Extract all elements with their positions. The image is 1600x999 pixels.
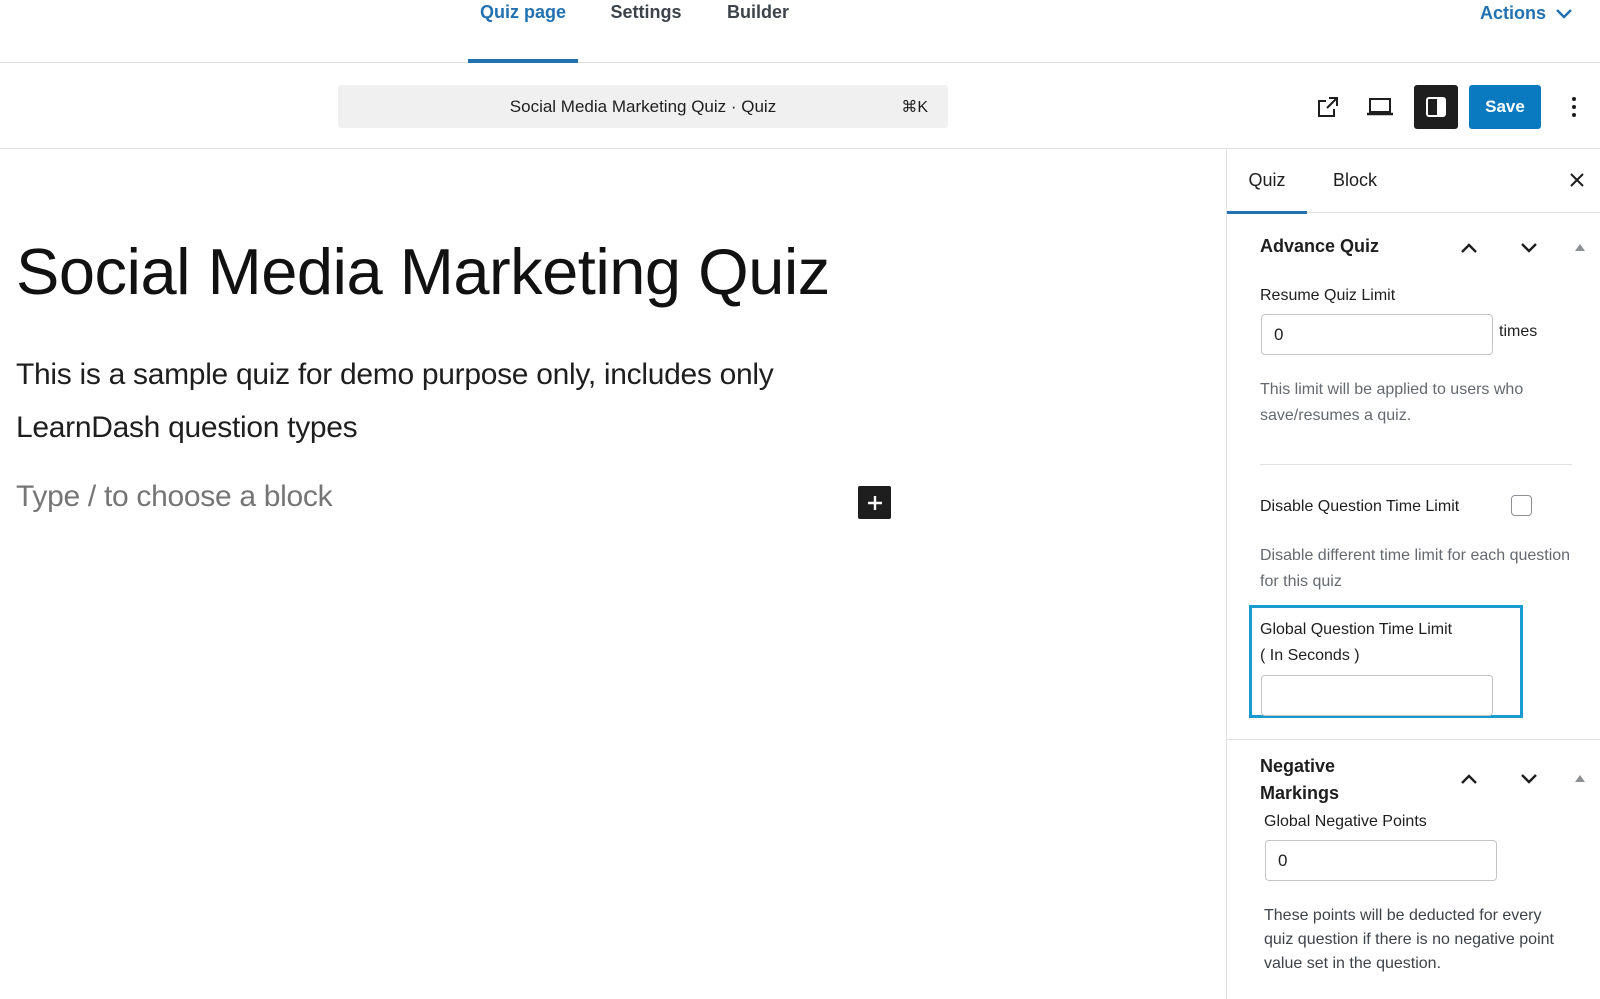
negative-markings-title-line1[interactable]: Negative bbox=[1260, 753, 1335, 780]
sidebar-toggle-icon[interactable] bbox=[1414, 85, 1458, 129]
negative-markings-title-line2[interactable]: Markings bbox=[1260, 780, 1339, 807]
external-link-icon[interactable] bbox=[1306, 85, 1350, 129]
global-time-limit-input[interactable] bbox=[1261, 675, 1493, 716]
command-palette-bar[interactable]: Social Media Marketing Quiz · Quiz ⌘K bbox=[338, 85, 948, 128]
collapse-caret-icon[interactable] bbox=[1575, 775, 1585, 782]
save-button[interactable]: Save bbox=[1469, 85, 1541, 129]
settings-sidebar: Quiz Block Advance Quiz Resume Quiz Limi… bbox=[1226, 150, 1600, 999]
global-negative-points-input[interactable] bbox=[1265, 840, 1497, 881]
editor-canvas: Social Media Marketing Quiz This is a sa… bbox=[0, 150, 1226, 999]
tab-builder[interactable]: Builder bbox=[722, 0, 794, 62]
post-paragraph[interactable]: This is a sample quiz for demo purpose o… bbox=[16, 348, 816, 454]
resume-quiz-limit-input[interactable] bbox=[1261, 314, 1493, 355]
global-negative-points-label: Global Negative Points bbox=[1264, 813, 1427, 830]
chevron-down-icon bbox=[1556, 3, 1572, 24]
actions-menu[interactable]: Actions bbox=[1480, 3, 1572, 24]
tab-quiz-page[interactable]: Quiz page bbox=[468, 0, 578, 63]
command-shortcut: ⌘K bbox=[901, 99, 928, 116]
actions-label: Actions bbox=[1479, 3, 1546, 23]
sidebar-tab-block[interactable]: Block bbox=[1325, 150, 1385, 213]
advance-quiz-title[interactable]: Advance Quiz bbox=[1260, 233, 1379, 260]
desktop-preview-icon[interactable] bbox=[1358, 85, 1402, 129]
resume-quiz-limit-suffix: times bbox=[1499, 323, 1538, 340]
sidebar-tab-quiz[interactable]: Quiz bbox=[1227, 150, 1307, 214]
resume-quiz-limit-help: This limit will be applied to users who … bbox=[1260, 381, 1524, 424]
disable-question-time-limit-help: Disable different time limit for each qu… bbox=[1260, 547, 1571, 590]
resume-quiz-limit-label: Resume Quiz Limit bbox=[1260, 287, 1396, 304]
move-down-icon[interactable] bbox=[1517, 767, 1541, 791]
move-up-icon[interactable] bbox=[1457, 767, 1481, 791]
plus-icon bbox=[867, 495, 882, 510]
block-placeholder[interactable]: Type / to choose a block bbox=[16, 480, 333, 514]
document-title: Social Media Marketing Quiz · Quiz bbox=[509, 96, 777, 116]
post-title[interactable]: Social Media Marketing Quiz bbox=[16, 234, 830, 309]
disable-question-time-limit-checkbox[interactable] bbox=[1511, 495, 1532, 516]
sidebar-tabs: Quiz Block bbox=[1227, 150, 1600, 214]
move-up-icon[interactable] bbox=[1457, 236, 1481, 260]
close-icon[interactable] bbox=[1565, 168, 1589, 192]
add-block-button[interactable] bbox=[858, 486, 891, 519]
panel-divider bbox=[1227, 739, 1600, 740]
disable-question-time-limit-label: Disable Question Time Limit bbox=[1260, 498, 1460, 515]
move-down-icon[interactable] bbox=[1517, 236, 1541, 260]
global-time-limit-label: Global Question Time Limit bbox=[1260, 621, 1453, 638]
global-time-limit-unit: ( In Seconds ) bbox=[1260, 647, 1360, 664]
global-negative-points-help: These points will be deducted for every … bbox=[1264, 907, 1554, 972]
tab-settings[interactable]: Settings bbox=[604, 0, 688, 62]
top-tab-bar: Quiz page Settings Builder Actions bbox=[0, 0, 1600, 63]
more-vertical-icon[interactable] bbox=[1560, 85, 1588, 129]
editor-header: Social Media Marketing Quiz · Quiz ⌘K Sa… bbox=[0, 63, 1600, 149]
divider bbox=[1260, 464, 1572, 465]
collapse-caret-icon[interactable] bbox=[1575, 244, 1585, 251]
